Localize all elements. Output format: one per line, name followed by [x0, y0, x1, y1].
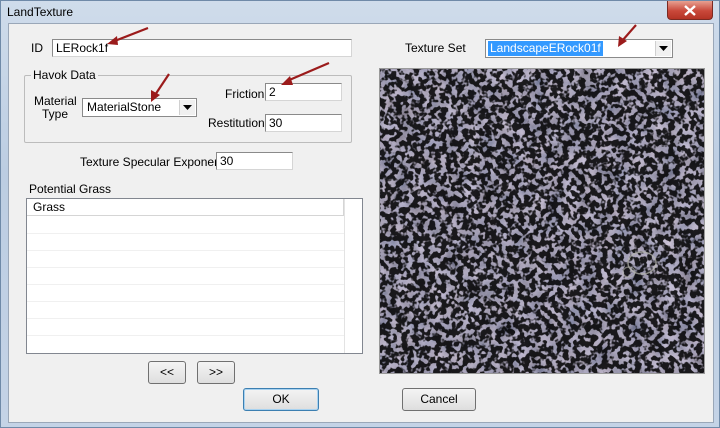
id-input[interactable]: LERock1f — [52, 39, 352, 57]
rock-texture — [380, 69, 704, 373]
red-arrow-icon — [151, 73, 170, 102]
red-arrow-icon — [618, 24, 637, 47]
friction-label: Friction — [225, 87, 265, 101]
grass-list-header: Grass — [27, 199, 344, 216]
texture-set-select[interactable]: LandscapeERock01f — [485, 39, 673, 58]
land-texture-window: LandTexture ID LERock1f Texture Set Land… — [0, 0, 720, 428]
list-row-divider — [27, 284, 344, 285]
grass-list[interactable]: Grass — [26, 198, 363, 354]
list-row-divider — [27, 233, 344, 234]
list-column-divider — [344, 199, 345, 353]
cancel-button[interactable]: Cancel — [402, 388, 476, 411]
texture-set-label: Texture Set — [405, 41, 466, 55]
list-row-divider — [27, 301, 344, 302]
title-bar[interactable]: LandTexture — [1, 1, 719, 23]
texture-set-value: LandscapeERock01f — [488, 41, 603, 56]
material-type-select[interactable]: MaterialStone — [82, 98, 197, 117]
list-row-divider — [27, 318, 344, 319]
restitution-input[interactable]: 30 — [265, 114, 342, 132]
list-row-divider — [27, 267, 344, 268]
material-type-dropdown-button[interactable] — [179, 100, 195, 115]
havok-data-legend: Havok Data — [31, 68, 98, 82]
list-row-divider — [27, 250, 344, 251]
texture-preview-image — [379, 68, 705, 374]
id-label: ID — [31, 41, 43, 55]
grass-column-header[interactable]: Grass — [27, 199, 344, 215]
material-type-label-line2: Type — [42, 107, 69, 121]
previous-button[interactable]: << — [148, 361, 186, 384]
red-arrow-icon — [281, 61, 330, 85]
chevron-down-icon — [183, 105, 192, 110]
list-row-divider — [27, 335, 344, 336]
potential-grass-label: Potential Grass — [29, 182, 112, 196]
restitution-label: Restitution — [208, 116, 265, 130]
dialog-body: ID LERock1f Texture Set LandscapeERock01… — [8, 23, 714, 423]
red-arrow-icon — [107, 26, 149, 45]
chevron-down-icon — [659, 46, 668, 51]
texture-set-dropdown-button[interactable] — [655, 41, 671, 56]
window-title: LandTexture — [7, 5, 74, 19]
close-icon — [684, 5, 696, 16]
specular-exponent-label: Texture Specular Exponent — [80, 155, 225, 169]
material-type-label-line1: Material — [34, 94, 77, 108]
close-button[interactable] — [667, 1, 713, 20]
next-button[interactable]: >> — [197, 361, 235, 384]
ok-button[interactable]: OK — [243, 388, 319, 411]
specular-exponent-input[interactable]: 30 — [216, 152, 293, 170]
